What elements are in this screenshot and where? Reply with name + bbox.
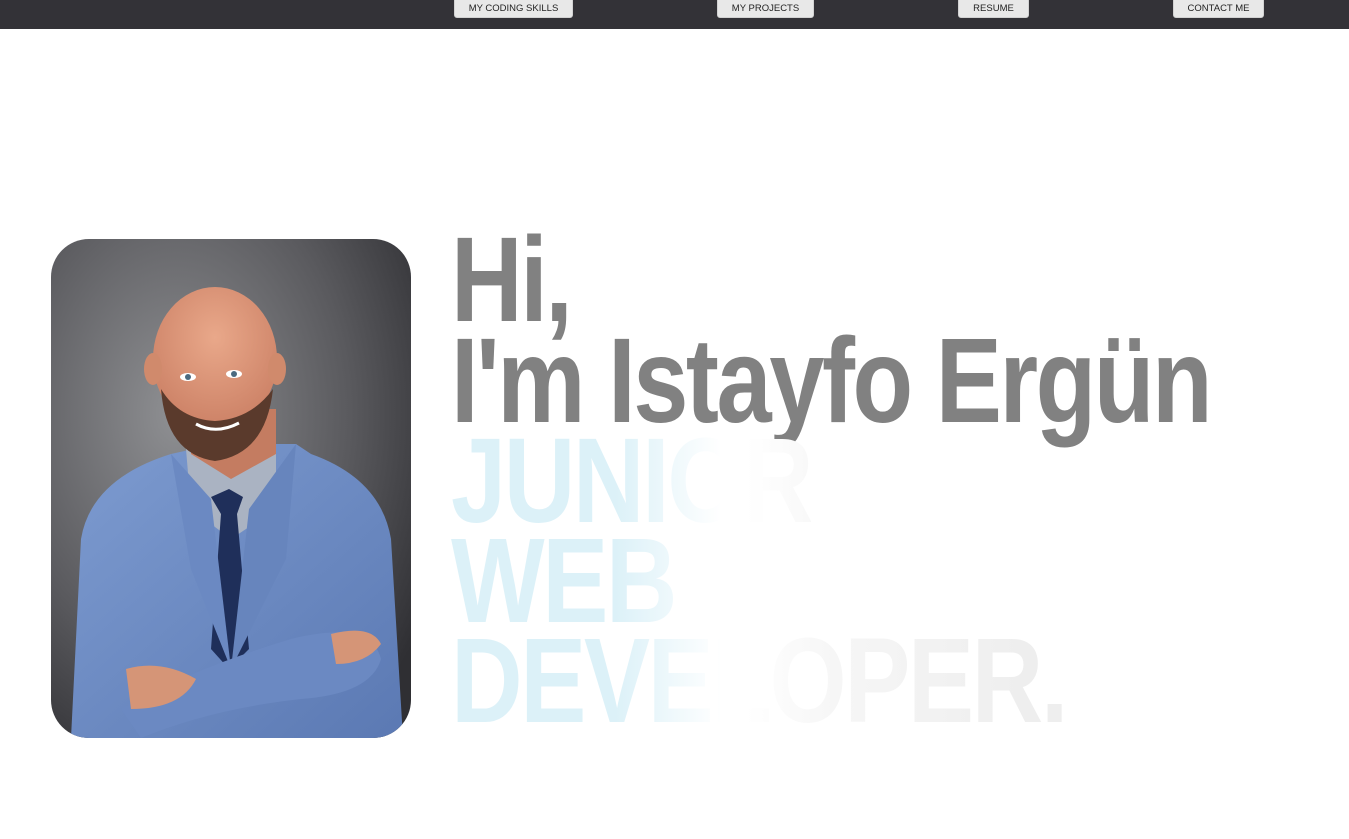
- profile-photo: [51, 239, 411, 738]
- nav-button-resume[interactable]: RESUME: [958, 0, 1029, 18]
- nav-button-coding-skills[interactable]: MY CODING SKILLS: [454, 0, 573, 18]
- hero-role-line-3: DEVELOPER.: [451, 612, 1068, 748]
- portrait-photo-icon: [51, 239, 411, 738]
- nav-button-contact[interactable]: CONTACT ME: [1173, 0, 1264, 18]
- top-navbar: MY CODING SKILLS MY PROJECTS RESUME CONT…: [0, 0, 1349, 29]
- nav-button-projects[interactable]: MY PROJECTS: [717, 0, 814, 18]
